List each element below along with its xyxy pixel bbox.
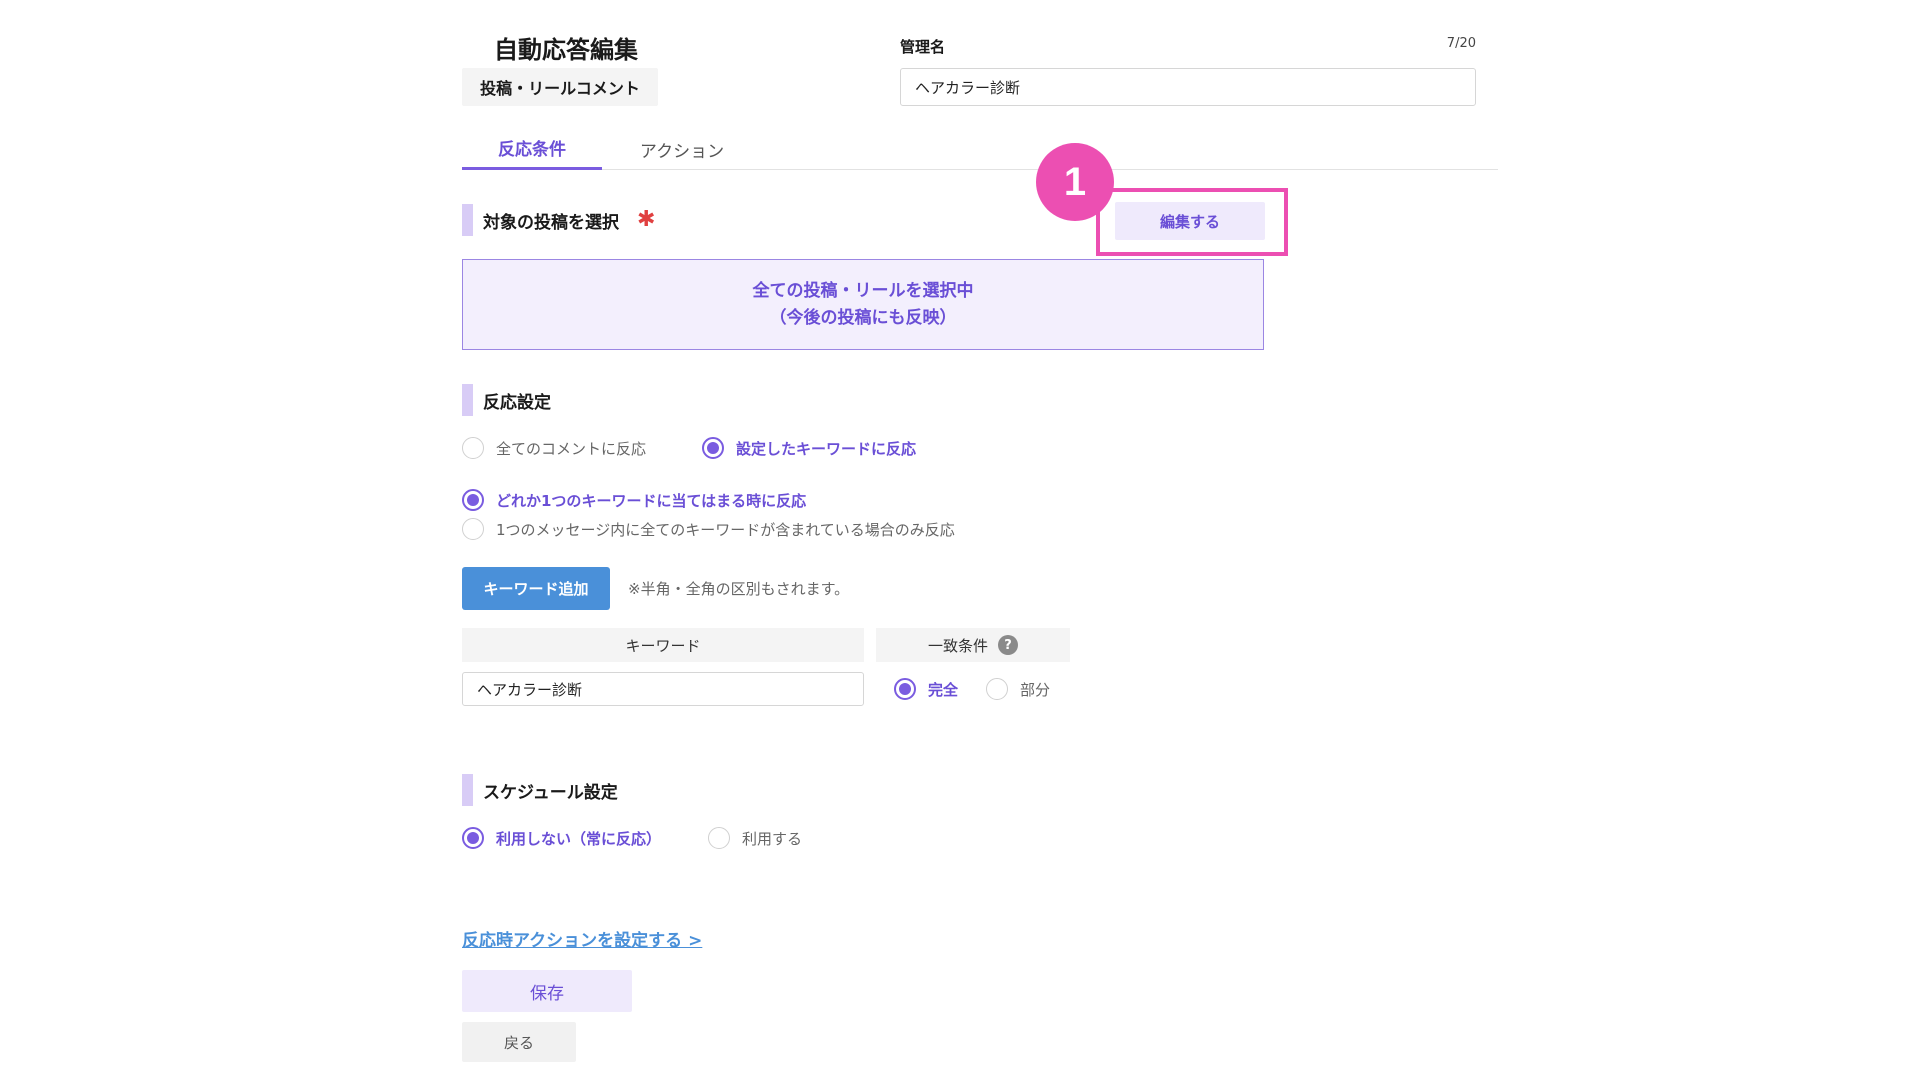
back-button[interactable]: 戻る: [462, 1022, 576, 1062]
tab-actions[interactable]: アクション: [612, 128, 752, 170]
management-name-char-count: 7/20: [1446, 36, 1476, 51]
selected-posts-line2: （今後の投稿にも反映）: [769, 307, 957, 328]
radio-button-off[interactable]: [462, 518, 484, 540]
section-title: 反応設定: [483, 392, 551, 413]
tab-bar: 反応条件 アクション: [462, 128, 1498, 170]
callout-number-badge: 1: [1036, 143, 1114, 221]
section-marker: [462, 204, 473, 236]
required-mark: ✱: [637, 207, 656, 232]
edit-posts-button[interactable]: 編集する: [1115, 202, 1265, 240]
management-name-input[interactable]: [900, 68, 1476, 106]
section-marker: [462, 774, 473, 806]
radio-label: どれか1つのキーワードに当てはまる時に反応: [496, 491, 807, 510]
selected-posts-summary: 全ての投稿・リールを選択中 （今後の投稿にも反映）: [462, 259, 1264, 350]
radio-all-keywords[interactable]: 1つのメッセージ内に全てのキーワードが含まれている場合のみ反応: [462, 518, 955, 540]
radio-button-on[interactable]: [894, 678, 916, 700]
reaction-settings-heading: 反応設定: [462, 384, 551, 416]
radio-label: 1つのメッセージ内に全てのキーワードが含まれている場合のみ反応: [496, 520, 955, 539]
radio-exact-match[interactable]: 完全: [894, 678, 958, 700]
radio-label: 設定したキーワードに反応: [736, 439, 917, 458]
keyword-note: ※半角・全角の区別もされます。: [628, 580, 850, 598]
radio-button-on[interactable]: [462, 827, 484, 849]
set-reaction-action-link[interactable]: 反応時アクションを設定する >: [462, 926, 702, 951]
radio-button-off[interactable]: [986, 678, 1008, 700]
management-name-label: 管理名: [900, 38, 946, 56]
tab-reaction-conditions[interactable]: 反応条件: [462, 128, 602, 170]
help-icon[interactable]: ?: [998, 635, 1018, 655]
schedule-heading: スケジュール設定: [462, 774, 618, 806]
radio-label: 利用する: [742, 829, 803, 848]
radio-partial-match[interactable]: 部分: [986, 678, 1050, 700]
radio-keyword-reaction[interactable]: 設定したキーワードに反応: [702, 437, 916, 459]
radio-button-on[interactable]: [462, 489, 484, 511]
type-badge: 投稿・リールコメント: [462, 68, 658, 106]
page-title: 自動応答編集: [494, 36, 638, 64]
radio-schedule-off[interactable]: 利用しない（常に反応）: [462, 827, 661, 849]
radio-label: 完全: [928, 680, 959, 699]
section-title: 対象の投稿を選択: [483, 212, 619, 233]
radio-button-off[interactable]: [462, 437, 484, 459]
keyword-column-header: キーワード: [462, 628, 864, 662]
target-posts-heading: 対象の投稿を選択 ✱: [462, 204, 655, 236]
radio-schedule-on[interactable]: 利用する: [708, 827, 802, 849]
radio-button-off[interactable]: [708, 827, 730, 849]
section-marker: [462, 384, 473, 416]
save-button[interactable]: 保存: [462, 970, 632, 1012]
radio-label: 全てのコメントに反応: [496, 439, 647, 458]
radio-all-comments[interactable]: 全てのコメントに反応: [462, 437, 646, 459]
selected-posts-line1: 全ての投稿・リールを選択中: [752, 280, 974, 301]
add-keyword-button[interactable]: キーワード追加: [462, 567, 610, 610]
keyword-input[interactable]: [462, 672, 864, 706]
radio-any-keyword[interactable]: どれか1つのキーワードに当てはまる時に反応: [462, 489, 806, 511]
radio-label: 利用しない（常に反応）: [496, 829, 662, 848]
radio-button-on[interactable]: [702, 437, 724, 459]
radio-label: 部分: [1020, 680, 1051, 699]
condition-column-header: 一致条件 ?: [876, 628, 1070, 662]
condition-header-label: 一致条件: [927, 636, 988, 655]
section-title: スケジュール設定: [483, 782, 618, 803]
